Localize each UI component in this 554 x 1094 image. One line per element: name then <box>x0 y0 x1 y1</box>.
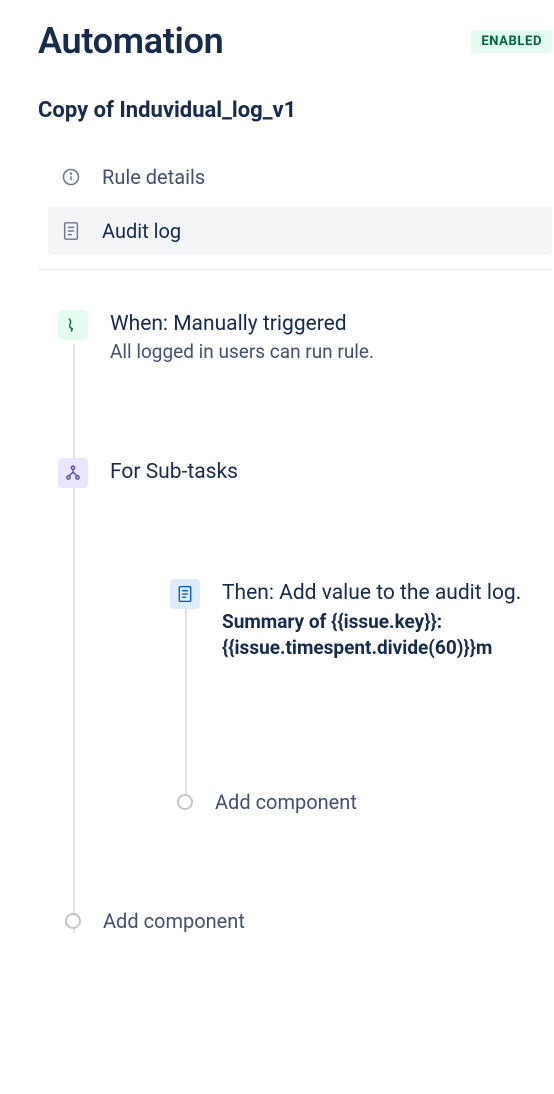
add-component-outer-label: Add component <box>103 909 245 933</box>
trigger-subtitle: All logged in users can run rule. <box>110 340 552 363</box>
branch-title: For Sub-tasks <box>110 460 552 484</box>
add-component-inner-label: Add component <box>215 790 357 814</box>
audit-action-icon <box>170 579 200 609</box>
trigger-icon <box>58 310 88 340</box>
status-badge: ENABLED <box>471 30 552 53</box>
action-step[interactable]: Then: Add value to the audit log. Summar… <box>170 579 552 660</box>
nav-audit-log[interactable]: Audit log <box>48 207 552 255</box>
audit-log-icon <box>60 220 82 242</box>
nav-audit-log-label: Audit log <box>102 219 181 243</box>
action-title: Then: Add value to the audit log. <box>222 581 552 605</box>
branch-icon <box>58 458 88 488</box>
info-icon <box>60 166 82 188</box>
page-title: Automation <box>38 20 224 62</box>
add-marker-icon <box>177 794 193 810</box>
branch-step[interactable]: For Sub-tasks Then: Add value to the aud… <box>58 458 552 814</box>
divider <box>38 269 552 270</box>
trigger-step[interactable]: When: Manually triggered All logged in u… <box>58 310 552 363</box>
add-component-inner[interactable]: Add component <box>170 790 552 814</box>
action-body: Summary of {{issue.key}}: {{issue.timesp… <box>222 609 552 660</box>
add-marker-icon <box>65 913 81 929</box>
nav-rule-details[interactable]: Rule details <box>48 153 552 201</box>
trigger-title: When: Manually triggered <box>110 312 552 336</box>
add-component-outer[interactable]: Add component <box>58 909 552 933</box>
rule-name[interactable]: Copy of Induvidual_log_v1 <box>38 98 552 123</box>
nav-rule-details-label: Rule details <box>102 165 205 189</box>
